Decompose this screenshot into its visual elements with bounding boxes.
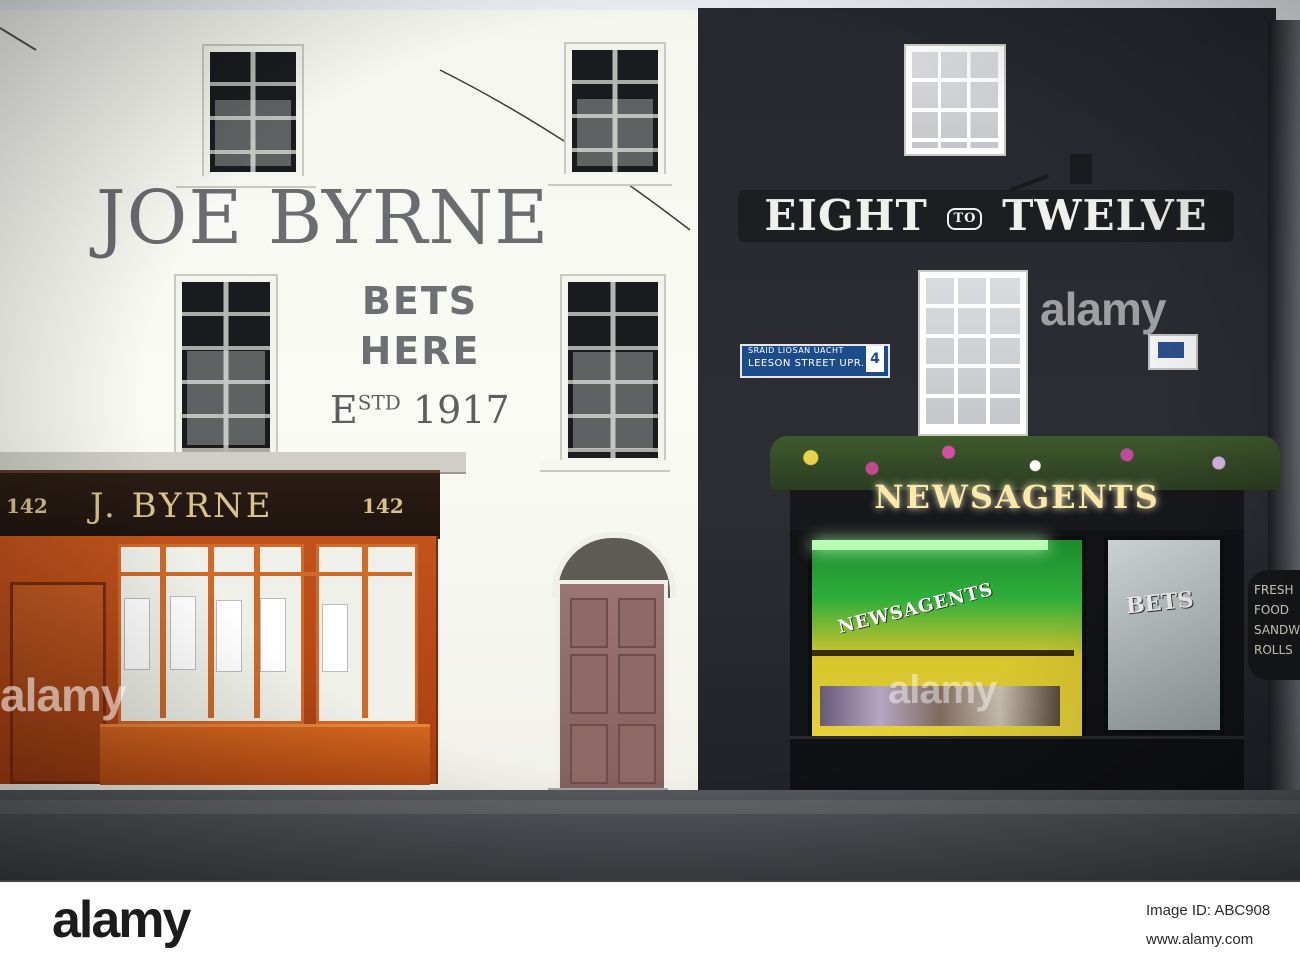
footer-strip (0, 882, 1300, 968)
middle-right-window (562, 276, 664, 464)
upper-left-window (204, 46, 302, 178)
twelve-word: TWELVE (1002, 191, 1208, 240)
upper-right-window (566, 44, 664, 178)
fascia-number-right: 142 (362, 494, 404, 518)
watermark: alamy (1040, 283, 1166, 335)
right-upper-window (906, 46, 1004, 154)
door-panel (618, 654, 656, 714)
street-sign-irish: SRÁID LIOSAN UACHT (748, 346, 844, 355)
estd-year: 1917 (412, 388, 510, 432)
window-transom (118, 572, 412, 576)
race-card-notice (216, 600, 242, 672)
shop-plinth (100, 724, 430, 785)
eight-to-twelve-sign: EIGHT TO TWELVE (748, 190, 1224, 242)
j-byrne-sign: J. BYRNE (90, 486, 274, 526)
door-panel (618, 724, 656, 784)
fluorescent-light (812, 540, 1048, 550)
established-date: ESTD 1917 (330, 388, 510, 432)
estd-sup: STD (357, 390, 401, 415)
window-mullion (160, 544, 166, 718)
site-url: www.alamy.com (1146, 931, 1254, 948)
joe-byrne-sign: JOE BYRNE (96, 175, 550, 261)
door-panel (570, 724, 608, 784)
race-card-notice (322, 604, 348, 672)
display-shelf (812, 650, 1074, 656)
newsagents-sign: NEWSAGENTS (874, 478, 1160, 516)
image-id: Image ID: ABC908 (1146, 902, 1271, 919)
chalkboard-text: FRESH FOOD SANDWICH ROLLS (1254, 583, 1300, 657)
race-card-notice (124, 598, 150, 670)
window-sill (548, 174, 672, 184)
door-panel (570, 654, 608, 714)
street-sign-english: LEESON STREET UPR. (748, 358, 865, 369)
to-badge: TO (947, 208, 983, 230)
bets-line: BETS (361, 279, 479, 323)
alarm-box (1148, 334, 1198, 370)
watermark: alamy (888, 668, 997, 712)
here-line: HERE (359, 329, 481, 373)
street-sign-number: 4 (866, 346, 884, 372)
newsagents-side-window (1104, 536, 1224, 734)
front-door (556, 580, 668, 798)
bets-here-sign: BETS HERE (330, 276, 510, 376)
race-card-notice (170, 596, 196, 670)
photo-scene: JOE BYRNE BETS HERE ESTD 1917 142 J. BYR… (0, 0, 1300, 968)
alamy-logo: alamy (52, 891, 191, 949)
window-mullion (208, 544, 214, 718)
door-panel (618, 598, 656, 648)
kerb (0, 800, 1300, 814)
door-panel (570, 598, 608, 648)
watermark: alamy (0, 669, 126, 721)
middle-left-window (176, 276, 276, 460)
window-sill (540, 460, 670, 470)
eight-word: EIGHT (764, 191, 928, 240)
newsagents-plinth (790, 736, 1244, 793)
right-middle-window (920, 272, 1026, 434)
race-card-notice (260, 598, 286, 672)
window-mullion (362, 544, 368, 718)
estd-prefix: E (330, 388, 358, 432)
fascia-number-left: 142 (6, 494, 48, 518)
